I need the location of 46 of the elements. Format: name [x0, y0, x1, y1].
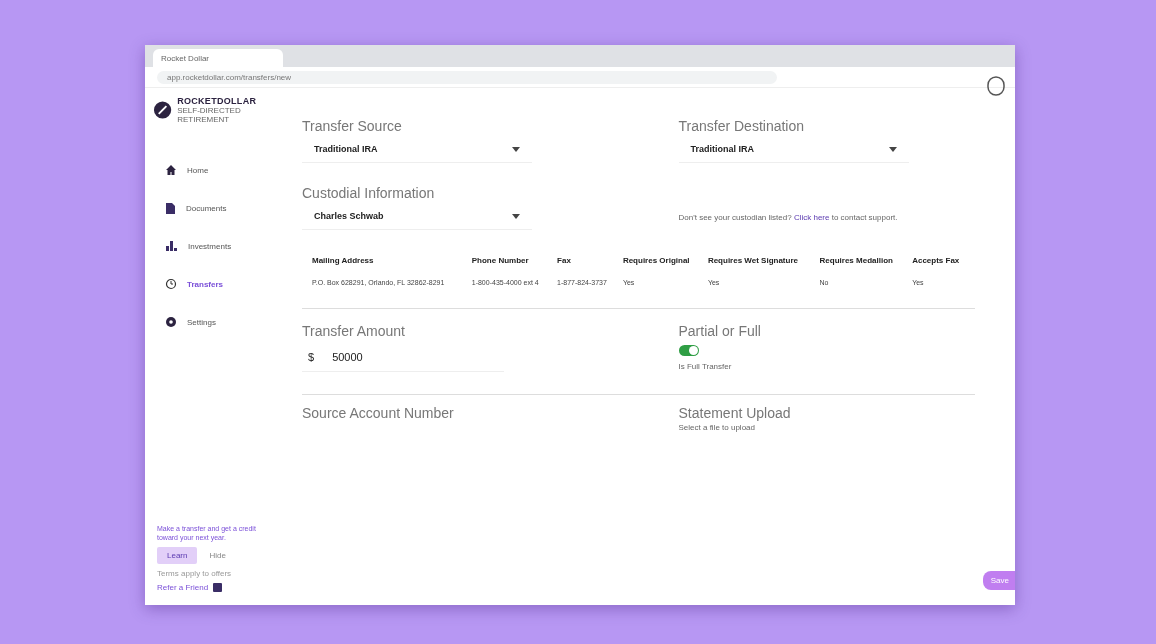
hide-button[interactable]: Hide [203, 550, 232, 561]
brand-name: ROCKETDOLLAR [177, 96, 258, 106]
dropdown[interactable]: Charles Schwab [302, 211, 532, 230]
toggle-switch[interactable] [678, 345, 699, 357]
promo-note: Terms apply to offers [157, 569, 233, 578]
browser-tab[interactable]: Rocket Dollar [153, 49, 283, 67]
upload-caption: Select a file to upload [678, 423, 756, 433]
clock-icon [165, 278, 177, 290]
sidebar-item[interactable]: Investments [165, 238, 232, 254]
sidebar-item[interactable]: Documents [165, 200, 227, 216]
avatar-icon[interactable] [987, 76, 1005, 96]
amount-field[interactable]: $ 50000 [302, 349, 504, 373]
field-label: Transfer Source [302, 118, 403, 134]
brand-tagline: SELF-DIRECTED RETIREMENT [177, 106, 242, 124]
dropdown[interactable]: Traditional IRA [302, 144, 532, 163]
column-header: Requires Original [622, 252, 708, 275]
field-label: Partial or Full [678, 323, 762, 340]
support-link[interactable]: Click here [793, 213, 830, 222]
caret-icon [512, 213, 520, 219]
document-icon [165, 201, 176, 215]
column-header: Phone Number [471, 252, 558, 275]
help-text: Don't see your custodian listed? Click here to contact support. [678, 213, 899, 222]
logo-icon [153, 100, 173, 120]
bar-chart-icon [165, 240, 178, 252]
caret-icon [888, 146, 897, 152]
column-header: Fax [557, 252, 623, 275]
field-label: Transfer Amount [302, 323, 406, 340]
learn-button[interactable]: Learn [157, 547, 198, 564]
column-header: Mailing Address [312, 252, 472, 275]
column-header: Accepts Fax [912, 255, 961, 267]
dropdown[interactable]: Traditional IRA [678, 144, 909, 163]
sidebar-item[interactable]: Home [165, 162, 209, 178]
caret-icon [512, 146, 520, 152]
field-label: Statement Upload [678, 405, 792, 422]
address-bar[interactable]: app.rocketdollar.com/transfers/new [157, 70, 777, 84]
settings-icon [165, 316, 177, 328]
sidebar-item[interactable]: Transfers [165, 276, 224, 292]
field-label: Source Account Number [302, 405, 455, 422]
column-header: Requires Medallion [819, 252, 913, 275]
field-label: Custodial Information [302, 185, 436, 201]
column-header: Requires Wet Signature [707, 252, 820, 275]
home-icon [165, 164, 177, 176]
toggle-caption: Is Full Transfer [678, 362, 733, 372]
refer-link[interactable]: Refer a Friend [157, 583, 209, 592]
field-label: Transfer Destination [678, 118, 806, 134]
sidebar-item[interactable]: Settings [165, 314, 216, 330]
